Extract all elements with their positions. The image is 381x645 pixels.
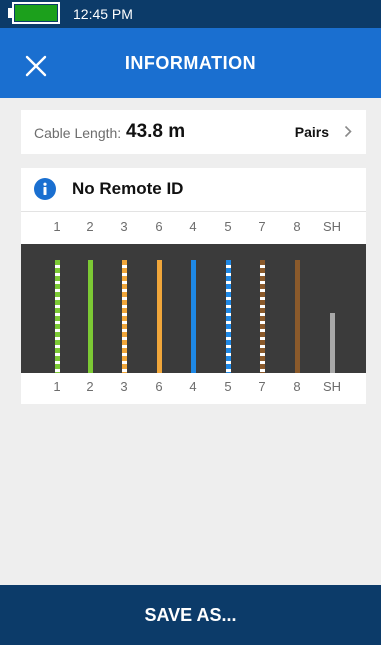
remote-id-header: No Remote ID bbox=[21, 168, 366, 212]
save-as-button[interactable]: SAVE AS... bbox=[0, 585, 381, 645]
battery-icon bbox=[12, 2, 60, 24]
pairs-button[interactable]: Pairs bbox=[276, 110, 366, 154]
wire-sh bbox=[330, 313, 335, 373]
pin-label-top-4: 4 bbox=[189, 219, 197, 234]
status-time: 12:45 PM bbox=[73, 6, 133, 22]
pin-label-bottom-2: 2 bbox=[86, 379, 94, 394]
pin-label-bottom-5: 5 bbox=[224, 379, 232, 394]
pin-label-bottom-1: 1 bbox=[53, 379, 61, 394]
wire-7 bbox=[260, 260, 265, 373]
wire-5 bbox=[226, 260, 231, 373]
pin-label-top-6: 6 bbox=[155, 219, 163, 234]
cable-length-card: Cable Length: 43.8 m Pairs bbox=[21, 110, 366, 154]
remote-id-title: No Remote ID bbox=[72, 179, 184, 198]
page-title: INFORMATION bbox=[124, 53, 257, 73]
cable-length-label: Cable Length: bbox=[34, 125, 122, 141]
wire-4 bbox=[191, 260, 196, 373]
pin-label-bottom-7: 7 bbox=[258, 379, 266, 394]
pin-label-bottom-sh: SH bbox=[322, 379, 342, 394]
chevron-right-icon bbox=[344, 125, 352, 138]
wire-6 bbox=[157, 260, 162, 373]
wiremap-panel bbox=[21, 244, 366, 373]
wire-2 bbox=[88, 260, 93, 373]
pin-label-top-1: 1 bbox=[53, 219, 61, 234]
pin-label-top-2: 2 bbox=[86, 219, 94, 234]
status-bar: 12:45 PM bbox=[0, 0, 381, 28]
pin-label-bottom-3: 3 bbox=[120, 379, 128, 394]
pin-label-bottom-8: 8 bbox=[293, 379, 301, 394]
wiremap-card: No Remote ID 1 2 3 6 4 5 7 8 SH 1 2 3 6 4 5 7 8 SH bbox=[21, 168, 366, 404]
pin-labels-top: 1 2 3 6 4 5 7 8 SH bbox=[21, 219, 366, 241]
pin-label-top-5: 5 bbox=[224, 219, 232, 234]
wire-1 bbox=[55, 260, 60, 373]
pairs-label: Pairs bbox=[294, 124, 329, 140]
pin-label-bottom-6: 6 bbox=[155, 379, 163, 394]
close-icon[interactable] bbox=[22, 52, 50, 80]
battery-fill bbox=[15, 5, 57, 21]
pin-label-top-8: 8 bbox=[293, 219, 301, 234]
pin-label-top-7: 7 bbox=[258, 219, 266, 234]
app-bar: INFORMATION bbox=[0, 28, 381, 98]
pin-label-top-3: 3 bbox=[120, 219, 128, 234]
wire-3 bbox=[122, 260, 127, 373]
pin-label-top-sh: SH bbox=[322, 219, 342, 234]
wire-8 bbox=[295, 260, 300, 373]
save-as-label: SAVE AS... bbox=[144, 605, 237, 625]
info-icon bbox=[34, 178, 56, 200]
pin-labels-bottom: 1 2 3 6 4 5 7 8 SH bbox=[21, 379, 366, 401]
cable-length-value: 43.8 m bbox=[126, 121, 186, 142]
pin-label-bottom-4: 4 bbox=[189, 379, 197, 394]
